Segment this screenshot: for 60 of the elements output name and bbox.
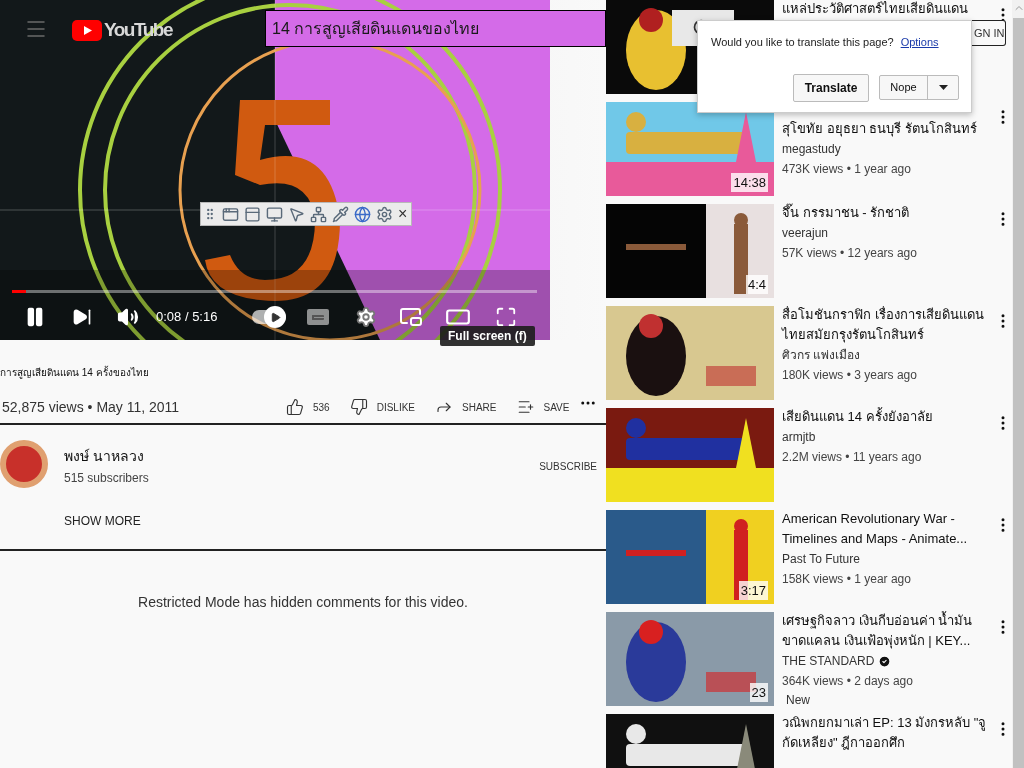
avatar[interactable] <box>0 440 48 488</box>
tooltip: Full screen (f) <box>440 326 535 346</box>
video-title[interactable]: สื่อโมชันกราฟิก เรื่องการเสียดินแดนไทยสมัยกรุงรัตนโกสินทร์ <box>782 305 990 345</box>
video-title[interactable]: สุโขทัย อยุธยา ธนบุรี รัตนโกสินทร์ <box>782 119 990 139</box>
action-button[interactable]: SAVE <box>516 398 570 416</box>
video-title[interactable]: เสียดินแดน 14 ครั้งยังอาลัย <box>782 407 990 427</box>
monitor-icon[interactable] <box>266 205 283 223</box>
search-field[interactable]: 14 การสูญเสียดินแดนของไทย <box>265 10 606 47</box>
fullscreen-icon[interactable] <box>495 306 517 328</box>
action-button[interactable]: SHARE <box>435 398 497 416</box>
video-title[interactable]: วณิพกยกมาเล่า EP: 13 มังกรหลับ "จูกัดเหลียง" ฎีกาออกศึก <box>782 713 990 753</box>
show-more-button[interactable]: SHOW MORE <box>64 512 141 530</box>
channel-name[interactable]: ศิวกร แพ่งเมือง <box>782 346 861 364</box>
options-link[interactable]: Options <box>900 34 939 51</box>
caret-icon <box>938 85 948 90</box>
window-icon[interactable] <box>222 205 239 223</box>
view-stats: 180K views • 3 years ago <box>782 367 918 384</box>
view-stats: 2.2M views • 11 years ago <box>782 449 923 466</box>
eyedropper-icon[interactable] <box>332 205 349 223</box>
new-label: New <box>785 692 811 709</box>
video-title[interactable]: American Revolutionary War - Timelines and Maps - Animate... <box>782 509 990 549</box>
subscriber-count: 515 subscribers <box>64 470 150 487</box>
channel-name[interactable]: Past To Future <box>782 550 860 568</box>
video-title[interactable]: แหล่ประวัติศาสตร์ไทยเสียดินแดน <box>782 0 990 19</box>
close-button[interactable]: × <box>398 206 408 222</box>
subscribe-button[interactable]: SUBSCRIBE <box>539 459 597 474</box>
volume-icon[interactable] <box>117 306 139 328</box>
channel-name[interactable]: armjtb <box>782 428 816 446</box>
sign-in-button[interactable]: GN IN <box>972 20 1006 46</box>
progress-track[interactable] <box>12 290 537 293</box>
action-button[interactable]: 536 <box>286 398 330 416</box>
thumbs-up-icon <box>286 398 304 416</box>
settings-icon[interactable] <box>355 306 377 328</box>
network-icon[interactable] <box>310 205 327 223</box>
translate-button[interactable]: Translate <box>793 73 869 102</box>
globe-icon[interactable] <box>354 205 371 223</box>
next-icon[interactable] <box>72 307 92 327</box>
video-title[interactable]: จึ๊น กรรมาชน - รักชาติ <box>782 203 990 223</box>
view-stats: 473K views • 1 year ago <box>782 161 912 178</box>
view-count-and-date: 52,875 views • May 11, 2011 <box>1 397 181 417</box>
time-display: 0:08 / 5:16 <box>156 308 219 327</box>
channel-name[interactable]: veerajun <box>782 224 829 242</box>
view-stats: 158K views • 1 year ago <box>782 571 912 588</box>
playlist-add-icon <box>516 398 535 416</box>
view-stats: 57K views • 12 years ago <box>782 245 918 262</box>
channel-name[interactable]: megastudy <box>782 140 841 158</box>
video-title[interactable]: เศรษฐกิจลาว เงินกีบอ่อนค่า น้ำมันขาดแคลน เงินเฟ้อพุ่งหนัก | KEY... <box>782 611 990 651</box>
view-stats: 364K views • 2 days ago <box>782 673 914 690</box>
window-icon[interactable] <box>244 205 261 223</box>
video-title: การสูญเสียดินแดน 14 ครั้งของไทย <box>0 366 150 380</box>
restricted-notice: Restricted Mode has hidden comments for this video. <box>138 593 468 612</box>
channel-name[interactable]: พงษ์ นาหลวง <box>64 446 540 467</box>
cursor-icon[interactable] <box>288 205 305 223</box>
play-icon <box>269 311 281 323</box>
action-button[interactable]: DISLIKE <box>349 398 416 416</box>
miniplayer-icon[interactable] <box>399 305 423 329</box>
channel-name[interactable]: THE STANDARD <box>782 652 875 670</box>
thumbs-down-icon <box>349 398 368 416</box>
scrollbar[interactable] <box>1012 0 1024 768</box>
translate-prompt: Would you like to translate this page? <box>711 35 894 50</box>
